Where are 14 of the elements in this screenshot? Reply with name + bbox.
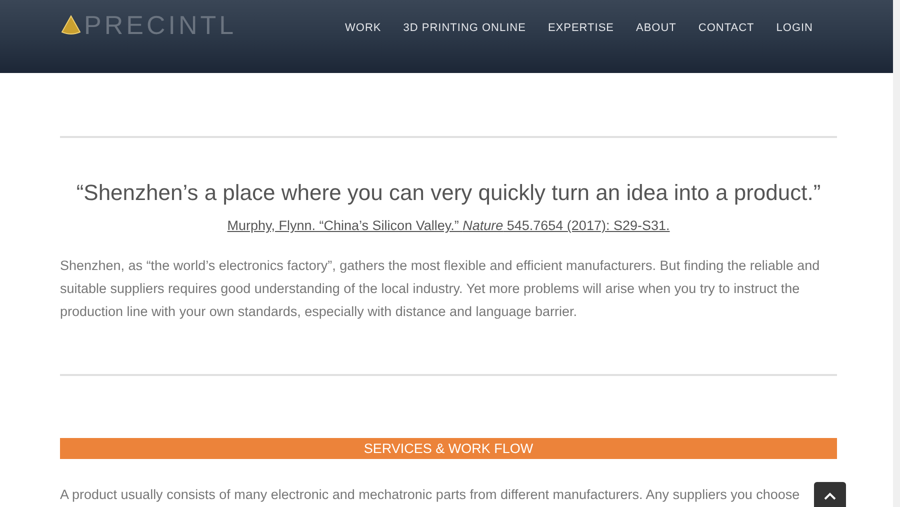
nav-link[interactable]: 3D PRINTING ONLINE [403, 20, 526, 36]
scroll-top-button[interactable] [814, 482, 846, 507]
nav-link[interactable]: EXPERTISE [548, 20, 614, 36]
section-title-bar: SERVICES & WORK FLOW [60, 438, 837, 460]
nav-link[interactable]: ABOUT [636, 20, 676, 36]
quote-text: “Shenzhen’s a place where you can very quickly turn an idea into a product.” [75, 179, 822, 207]
nav-link[interactable]: LOGIN [776, 20, 813, 36]
chevron-up-icon [824, 492, 836, 500]
nav-link[interactable]: WORK [345, 20, 382, 36]
section-paragraph: A product usually consists of many electronic and mechatronic parts from different manufacturers. Any suppliers you choose [60, 486, 800, 504]
intro-paragraph: Shenzhen, as “the world’s electronics factory”, gathers the most flexible and efficient manufacturers. But finding the reliable and suitable suppliers requires good understanding of the local industry. Yet more problems will arise when you try to instruct the production line with your own standards, especially with distance and language barrier. [60, 257, 821, 322]
quote-citation[interactable]: Murphy, Flynn. “China’s Silicon Valley.” Nature 545.7654 (2017): S29-S31. [60, 216, 837, 236]
logo-icon [60, 14, 82, 36]
nav-link[interactable]: CONTACT [698, 20, 754, 36]
